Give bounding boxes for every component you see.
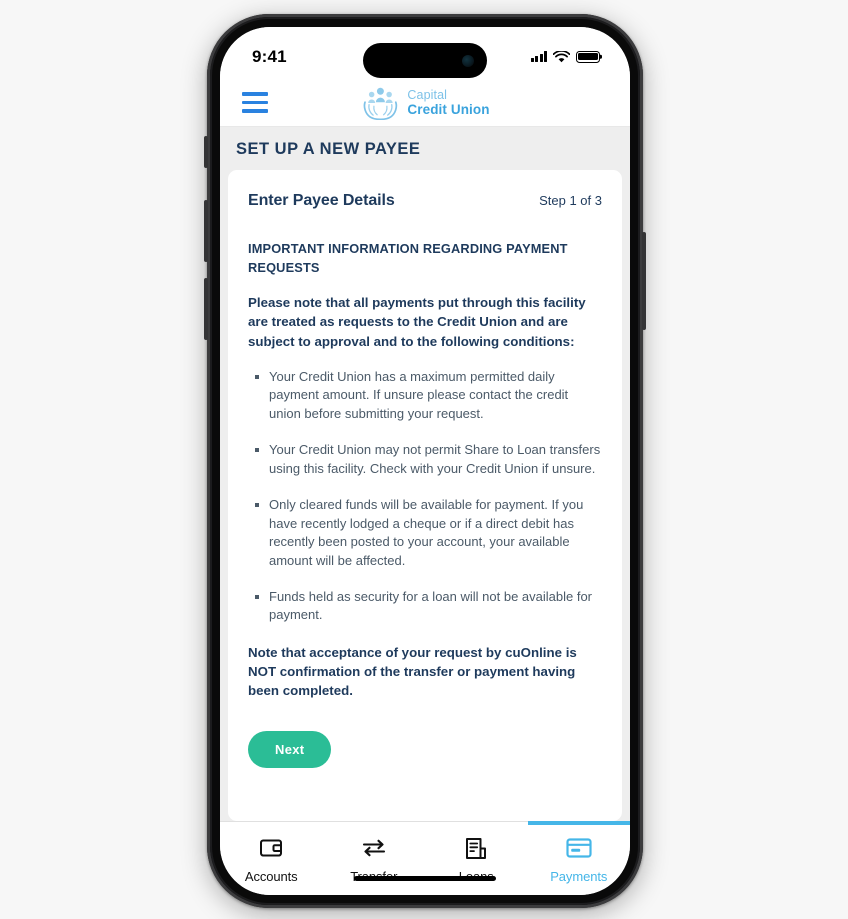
tab-accounts[interactable]: Accounts [220,822,323,895]
page-body: SET UP A NEW PAYEE Enter Payee Details S… [220,127,630,821]
status-bar: 9:41 [220,27,630,79]
tab-transfer[interactable]: Transfer [323,822,426,895]
hamburger-menu-icon[interactable] [242,92,268,113]
card-header: Enter Payee Details Step 1 of 3 [248,192,602,210]
notice-lead-paragraph: Please note that all payments put throug… [248,295,586,349]
transfer-arrows-icon [361,836,387,860]
tab-label: Payments [550,869,608,884]
tab-payments[interactable]: Payments [527,821,631,895]
power-button[interactable] [642,232,646,330]
card-title: Enter Payee Details [248,192,395,209]
volume-down-button[interactable] [204,278,208,340]
conditions-list: Your Credit Union has a maximum permitte… [248,368,602,625]
battery-full-icon [576,50,600,63]
notice-heading: IMPORTANT INFORMATION REGARDING PAYMENT … [248,241,568,275]
capital-credit-union-logo-icon [363,87,398,120]
brand-name-line2: Credit Union [407,101,490,117]
wifi-icon [553,50,570,62]
list-item: Your Credit Union has a maximum permitte… [255,368,602,423]
tab-label: Accounts [244,869,298,884]
brand-name-line1: Capital [407,88,448,102]
front-camera-icon [462,54,474,67]
wallet-icon [259,836,283,860]
dynamic-island [363,43,487,78]
volume-up-button[interactable] [204,200,208,262]
list-item: Funds held as security for a loan will n… [255,588,602,625]
page-title: SET UP A NEW PAYEE [236,140,421,158]
list-item: Your Credit Union may not permit Share t… [255,441,602,478]
credit-card-icon [566,836,592,860]
phone-frame: 9:41 Capital Credit Union SET UP A NEW P… [204,14,646,908]
document-icon [464,836,488,860]
home-indicator[interactable] [354,876,496,881]
status-time: 9:41 [252,46,287,66]
status-indicators [530,44,600,63]
brand-logo: Capital Credit Union [360,86,490,120]
next-button[interactable]: Next [248,730,332,768]
payee-details-card: Enter Payee Details Step 1 of 3 IMPORTAN… [228,170,622,821]
notice-footer-paragraph: Note that acceptance of your request by … [248,644,577,699]
signal-bars-icon [530,51,547,62]
bottom-tab-bar: Accounts Transfer [220,821,630,895]
mute-switch-button[interactable] [204,136,208,168]
step-indicator: Step 1 of 3 [539,193,602,208]
list-item: Only cleared funds will be available for… [255,496,602,570]
phone-screen: 9:41 Capital Credit Union SET UP A NEW P… [220,27,630,895]
tab-loans[interactable]: Loans [425,822,528,895]
app-header: Capital Credit Union [220,79,630,127]
